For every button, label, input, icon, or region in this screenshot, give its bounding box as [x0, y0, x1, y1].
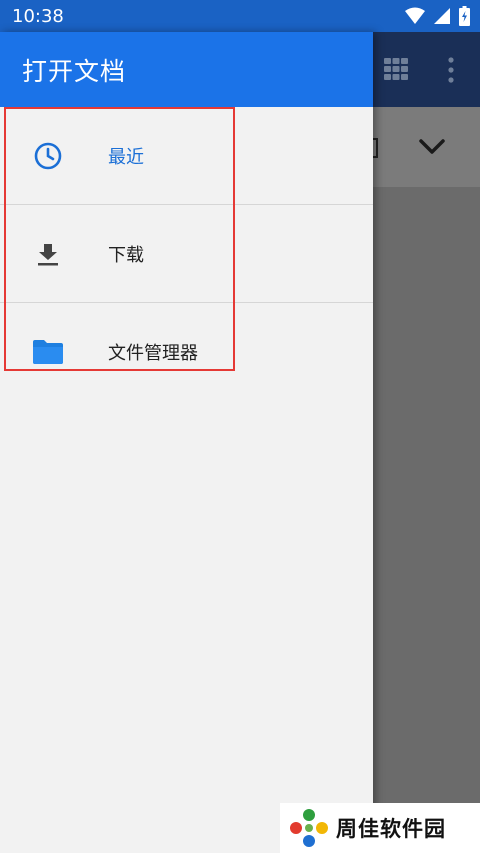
background-partial-element [373, 138, 378, 158]
navigation-drawer: 打开文档 最近 下载 文件管理器 [0, 32, 373, 853]
folder-icon [32, 336, 64, 368]
status-time: 10:38 [12, 5, 64, 27]
drawer-title: 打开文档 [22, 56, 127, 86]
nav-list: 最近 下载 文件管理器 [0, 107, 373, 401]
signal-icon [434, 8, 450, 24]
clock-icon [32, 140, 64, 172]
status-bar: 10:38 [0, 0, 480, 32]
wifi-icon [405, 7, 425, 24]
watermark-logo-icon [290, 809, 328, 847]
battery-icon [459, 6, 470, 26]
drawer-header: 打开文档 [0, 32, 373, 107]
nav-item-label: 文件管理器 [108, 343, 198, 364]
nav-item-file-manager[interactable]: 文件管理器 [0, 303, 373, 401]
nav-item-label: 下载 [108, 244, 144, 266]
watermark: 周佳软件园 [280, 803, 480, 853]
nav-item-downloads[interactable]: 下载 [0, 205, 373, 303]
download-icon [32, 238, 64, 270]
more-vert-icon[interactable] [446, 57, 456, 83]
nav-item-label: 最近 [108, 146, 144, 168]
watermark-text: 周佳软件园 [336, 817, 446, 841]
chevron-down-icon[interactable] [418, 136, 446, 158]
grid-view-icon[interactable] [384, 58, 408, 80]
nav-item-recent[interactable]: 最近 [0, 107, 373, 205]
